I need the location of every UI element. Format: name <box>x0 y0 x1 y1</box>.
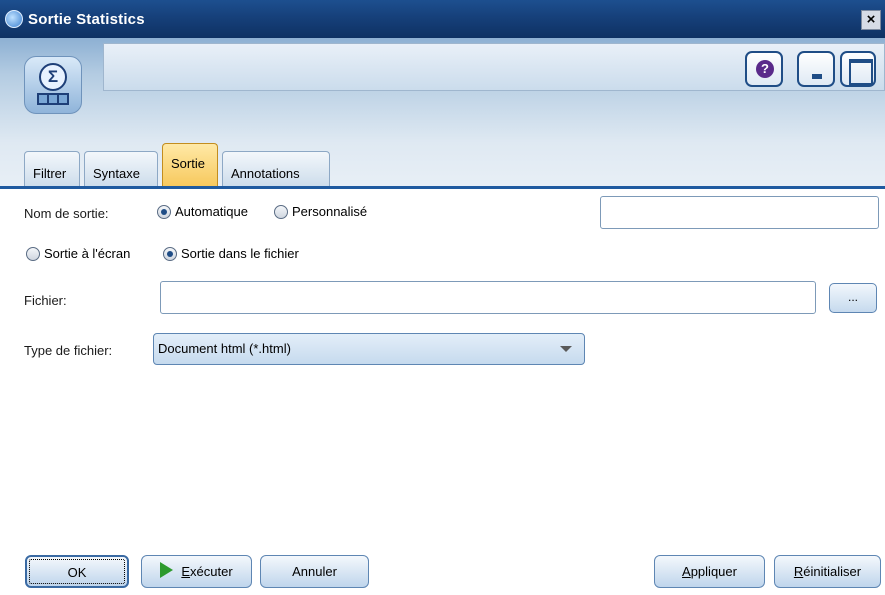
reset-mnemonic: R <box>793 564 804 579</box>
output-name-label: Nom de sortie: <box>24 206 109 221</box>
radio-sortie-ecran[interactable]: Sortie à l'écran <box>26 246 130 261</box>
minimize-button[interactable] <box>797 51 835 87</box>
node-header: Σ ? <box>0 38 885 143</box>
tab-filtrer[interactable]: Filtrer <box>24 151 80 187</box>
file-label: Fichier: <box>24 293 67 308</box>
cancel-button[interactable]: Annuler <box>260 555 369 588</box>
radio-label: Sortie à l'écran <box>44 246 131 261</box>
tab-sortie[interactable]: Sortie <box>162 143 218 187</box>
radio-indicator <box>26 246 40 261</box>
radio-indicator <box>274 204 288 219</box>
file-type-label: Type de fichier: <box>24 343 113 358</box>
run-mnemonic: E <box>181 564 191 579</box>
browse-button[interactable]: ... <box>829 283 877 313</box>
radio-label: Automatique <box>175 204 248 219</box>
apply-label: ppliquer <box>690 564 737 579</box>
radio-label: Sortie dans le fichier <box>181 246 299 261</box>
file-type-value: Document html (*.html) <box>158 341 291 356</box>
file-type-select[interactable]: Document html (*.html) <box>153 333 585 365</box>
tab-syntaxe[interactable]: Syntaxe <box>84 151 158 187</box>
radio-indicator <box>157 204 171 219</box>
window-title: Sortie Statistics <box>28 11 145 28</box>
reset-button[interactable]: Réinitialiser <box>774 555 881 588</box>
radio-automatique[interactable]: Automatique <box>157 204 248 219</box>
help-icon: ? <box>756 60 774 78</box>
tab-strip: Filtrer Syntaxe Sortie Annotations <box>0 143 885 188</box>
radio-sortie-fichier[interactable]: Sortie dans le fichier <box>163 246 299 261</box>
play-icon <box>160 562 174 578</box>
chevron-down-icon <box>560 346 572 352</box>
apply-mnemonic: A <box>682 564 691 579</box>
maximize-button[interactable] <box>840 51 876 87</box>
app-icon <box>5 10 23 28</box>
run-button[interactable]: Exécuter <box>141 555 252 588</box>
apply-button[interactable]: Appliquer <box>654 555 765 588</box>
custom-name-input[interactable] <box>600 196 879 229</box>
run-label: xécuter <box>190 564 233 579</box>
help-button[interactable]: ? <box>745 51 783 87</box>
output-settings-panel <box>0 189 885 549</box>
ok-button[interactable]: OK <box>25 555 129 588</box>
tab-annotations[interactable]: Annotations <box>222 151 330 187</box>
radio-indicator <box>163 246 177 261</box>
reset-label: éinitialiser <box>803 564 862 579</box>
window-title-bar: Sortie Statistics × <box>0 0 885 38</box>
radio-personnalise[interactable]: Personnalisé <box>274 204 367 219</box>
statistics-output-node-icon: Σ <box>24 56 82 114</box>
radio-label: Personnalisé <box>292 204 368 219</box>
sigma-icon: Σ <box>39 63 67 91</box>
file-path-input[interactable] <box>160 281 816 314</box>
table-icon <box>37 93 69 105</box>
close-button[interactable]: × <box>861 10 881 30</box>
